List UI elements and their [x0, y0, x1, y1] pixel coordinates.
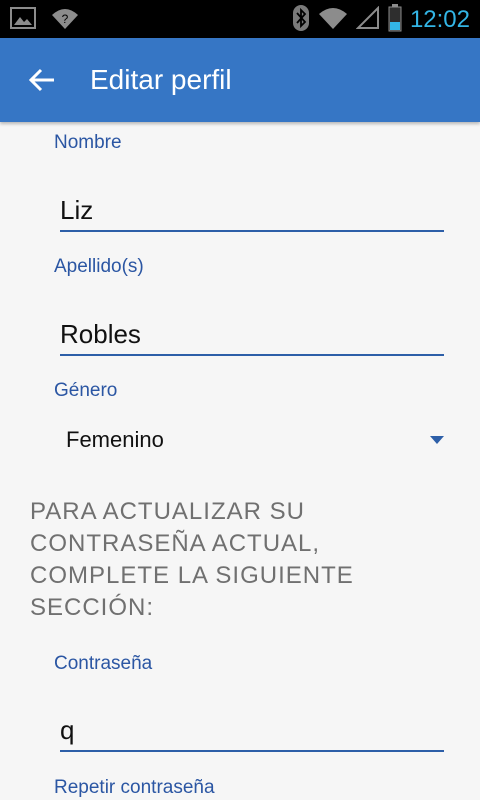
surname-field[interactable]: [60, 314, 444, 356]
wifi-question-icon: ?: [50, 6, 80, 34]
status-bar: ? 12:02: [0, 0, 480, 38]
page-title: Editar perfil: [90, 64, 232, 95]
password-note: PARA ACTUALIZAR SU CONTRASEÑA ACTUAL, CO…: [30, 498, 354, 621]
dropdown-arrow-icon: [430, 436, 444, 444]
password-field[interactable]: [60, 710, 444, 752]
gender-value: Femenino: [66, 427, 164, 452]
gender-select[interactable]: Femenino: [66, 422, 444, 458]
gender-label: Género: [54, 380, 118, 401]
name-label: Nombre: [54, 132, 122, 153]
surname-label: Apellido(s): [54, 256, 144, 277]
bluetooth-icon: [292, 4, 310, 36]
profile-form: Nombre Apellido(s) Género Femenino PARA …: [0, 122, 480, 800]
status-time: 12:02: [409, 6, 470, 33]
repeat-password-label: Repetir contraseña: [54, 777, 215, 798]
app-bar: Editar perfil: [0, 38, 480, 122]
status-left-icons: ?: [10, 6, 80, 34]
battery-icon: [388, 4, 402, 36]
name-field[interactable]: [60, 190, 444, 232]
wifi-icon: [318, 6, 348, 34]
password-label: Contraseña: [54, 653, 153, 674]
gallery-icon: [10, 6, 36, 34]
back-arrow-icon[interactable]: [28, 66, 56, 94]
signal-icon: [355, 5, 380, 34]
svg-text:?: ?: [62, 12, 69, 26]
status-right-icons: 12:02: [292, 4, 470, 36]
